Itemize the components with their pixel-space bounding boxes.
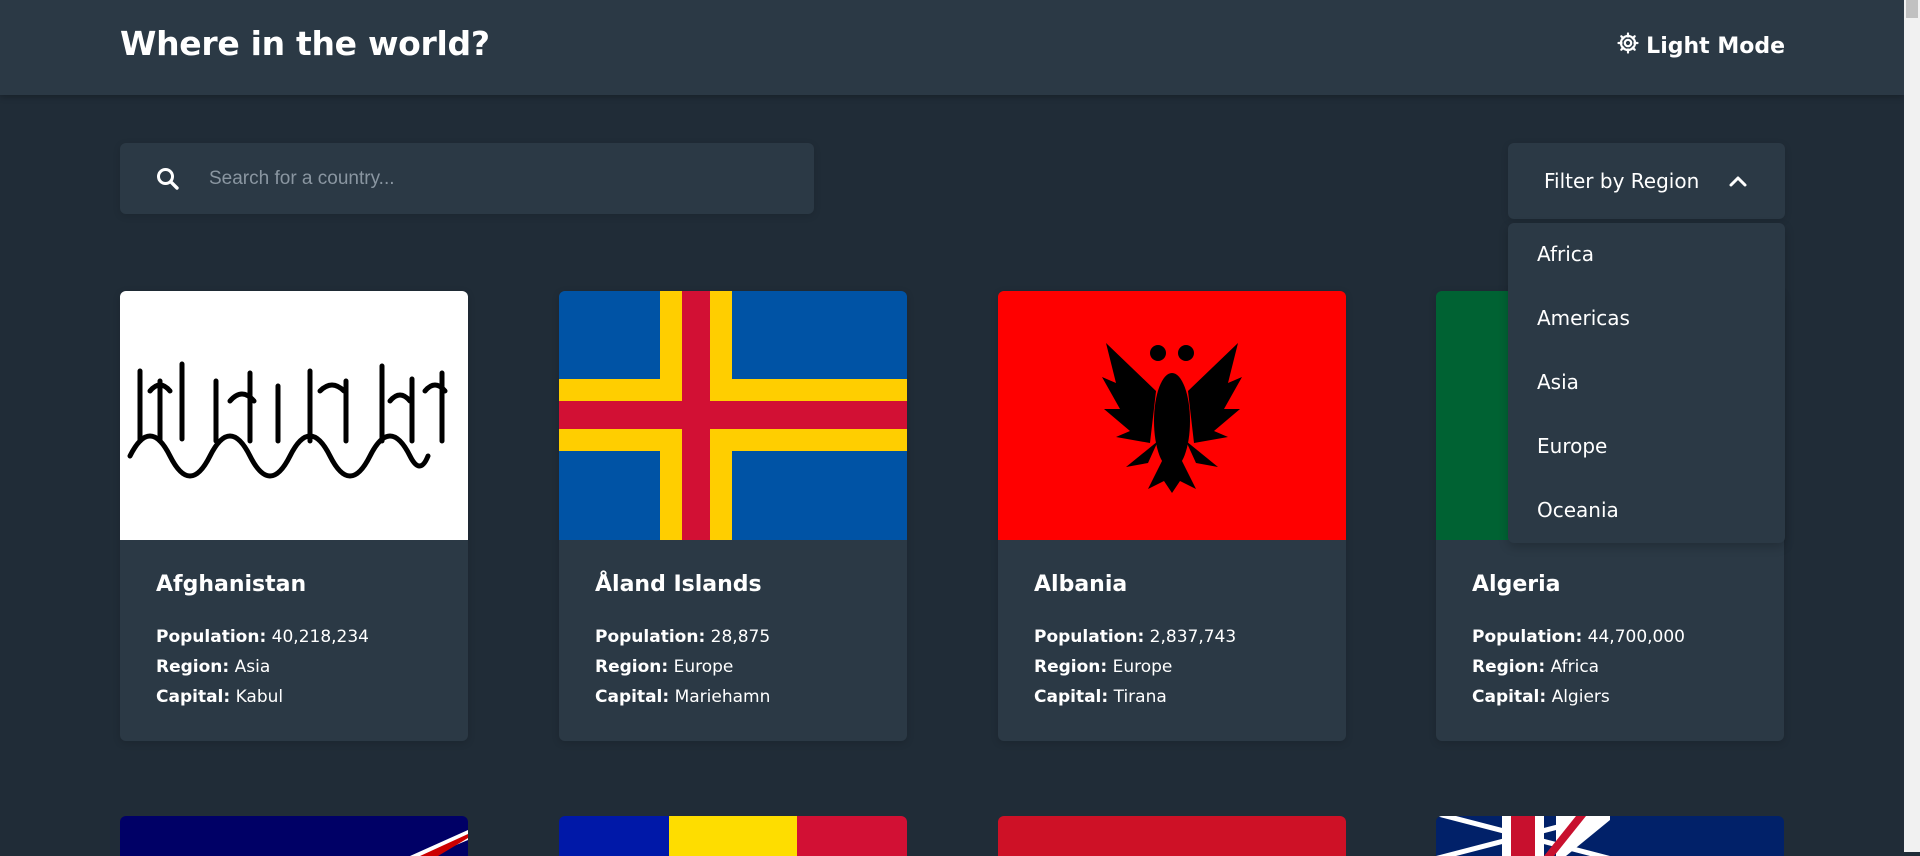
country-name: Albania [1034,572,1128,597]
flag-aland-islands [559,291,907,540]
region-label: Region: [1472,657,1546,677]
region-value: Europe [673,657,734,677]
country-card-afghanistan[interactable]: Afghanistan Population: 40,218,234 Regio… [120,291,468,741]
region-option-americas[interactable]: Americas [1537,302,1630,334]
theme-toggle-button[interactable]: Light Mode [1616,31,1785,61]
population-value: 2,837,743 [1149,627,1237,647]
capital-label: Capital: [156,687,231,707]
region-label: Region: [595,657,669,677]
region-options-menu: Africa Americas Asia Europe Oceania [1508,223,1785,543]
population-value: 44,700,000 [1587,627,1685,647]
country-card-partial[interactable] [559,816,907,856]
region-option-europe[interactable]: Europe [1537,430,1607,462]
population-line: Population: 2,837,743 [1034,627,1236,647]
flag-afghanistan [120,291,468,540]
theme-toggle-label: Light Mode [1646,33,1785,59]
country-name: Afghanistan [156,572,307,597]
capital-value: Algiers [1551,687,1610,707]
flag-albania [998,291,1346,540]
region-value: Europe [1112,657,1173,677]
population-value: 40,218,234 [271,627,369,647]
capital-value: Tirana [1113,687,1167,707]
search-input[interactable] [207,157,771,200]
country-name: Algeria [1472,572,1561,597]
region-line: Region: Africa [1472,657,1599,677]
capital-line: Capital: Kabul [156,687,283,707]
search-bar[interactable] [120,143,814,214]
flag-partial [998,816,1346,856]
population-value: 28,875 [710,627,771,647]
app-title: Where in the world? [120,24,490,63]
population-label: Population: [1034,627,1145,647]
region-option-africa[interactable]: Africa [1537,238,1594,270]
country-card-partial[interactable] [120,816,468,856]
flag-partial [120,816,468,856]
region-line: Region: Europe [1034,657,1172,677]
country-card-albania[interactable]: Albania Population: 2,837,743 Region: Eu… [998,291,1346,741]
country-card-aland-islands[interactable]: Åland Islands Population: 28,875 Region:… [559,291,907,741]
region-value: Asia [234,657,271,677]
capital-value: Mariehamn [674,687,771,707]
population-label: Population: [156,627,267,647]
region-option-oceania[interactable]: Oceania [1537,494,1619,526]
region-line: Region: Asia [156,657,270,677]
region-label: Region: [156,657,230,677]
page-scrollbar[interactable] [1904,0,1920,852]
population-label: Population: [1472,627,1583,647]
population-line: Population: 28,875 [595,627,770,647]
region-filter-dropdown[interactable]: Filter by Region [1508,143,1785,219]
capital-value: Kabul [235,687,284,707]
flag-partial [559,816,907,856]
capital-line: Capital: Mariehamn [595,687,770,707]
search-icon [154,165,182,193]
country-card-partial[interactable] [1436,816,1784,856]
capital-line: Capital: Tirana [1034,687,1167,707]
population-line: Population: 44,700,000 [1472,627,1685,647]
population-label: Population: [595,627,706,647]
chevron-up-icon [1727,170,1749,192]
population-line: Population: 40,218,234 [156,627,369,647]
capital-label: Capital: [1034,687,1109,707]
capital-label: Capital: [1472,687,1547,707]
country-card-partial[interactable] [998,816,1346,856]
gear-icon [1616,31,1640,61]
capital-label: Capital: [595,687,670,707]
scrollbar-thumb[interactable] [1906,0,1918,18]
filter-label: Filter by Region [1544,169,1700,193]
region-label: Region: [1034,657,1108,677]
capital-line: Capital: Algiers [1472,687,1610,707]
region-option-asia[interactable]: Asia [1537,366,1579,398]
top-header: Where in the world? Light Mode [0,0,1904,95]
region-line: Region: Europe [595,657,733,677]
flag-partial [1436,816,1784,856]
region-value: Africa [1550,657,1600,677]
country-name: Åland Islands [595,572,762,597]
